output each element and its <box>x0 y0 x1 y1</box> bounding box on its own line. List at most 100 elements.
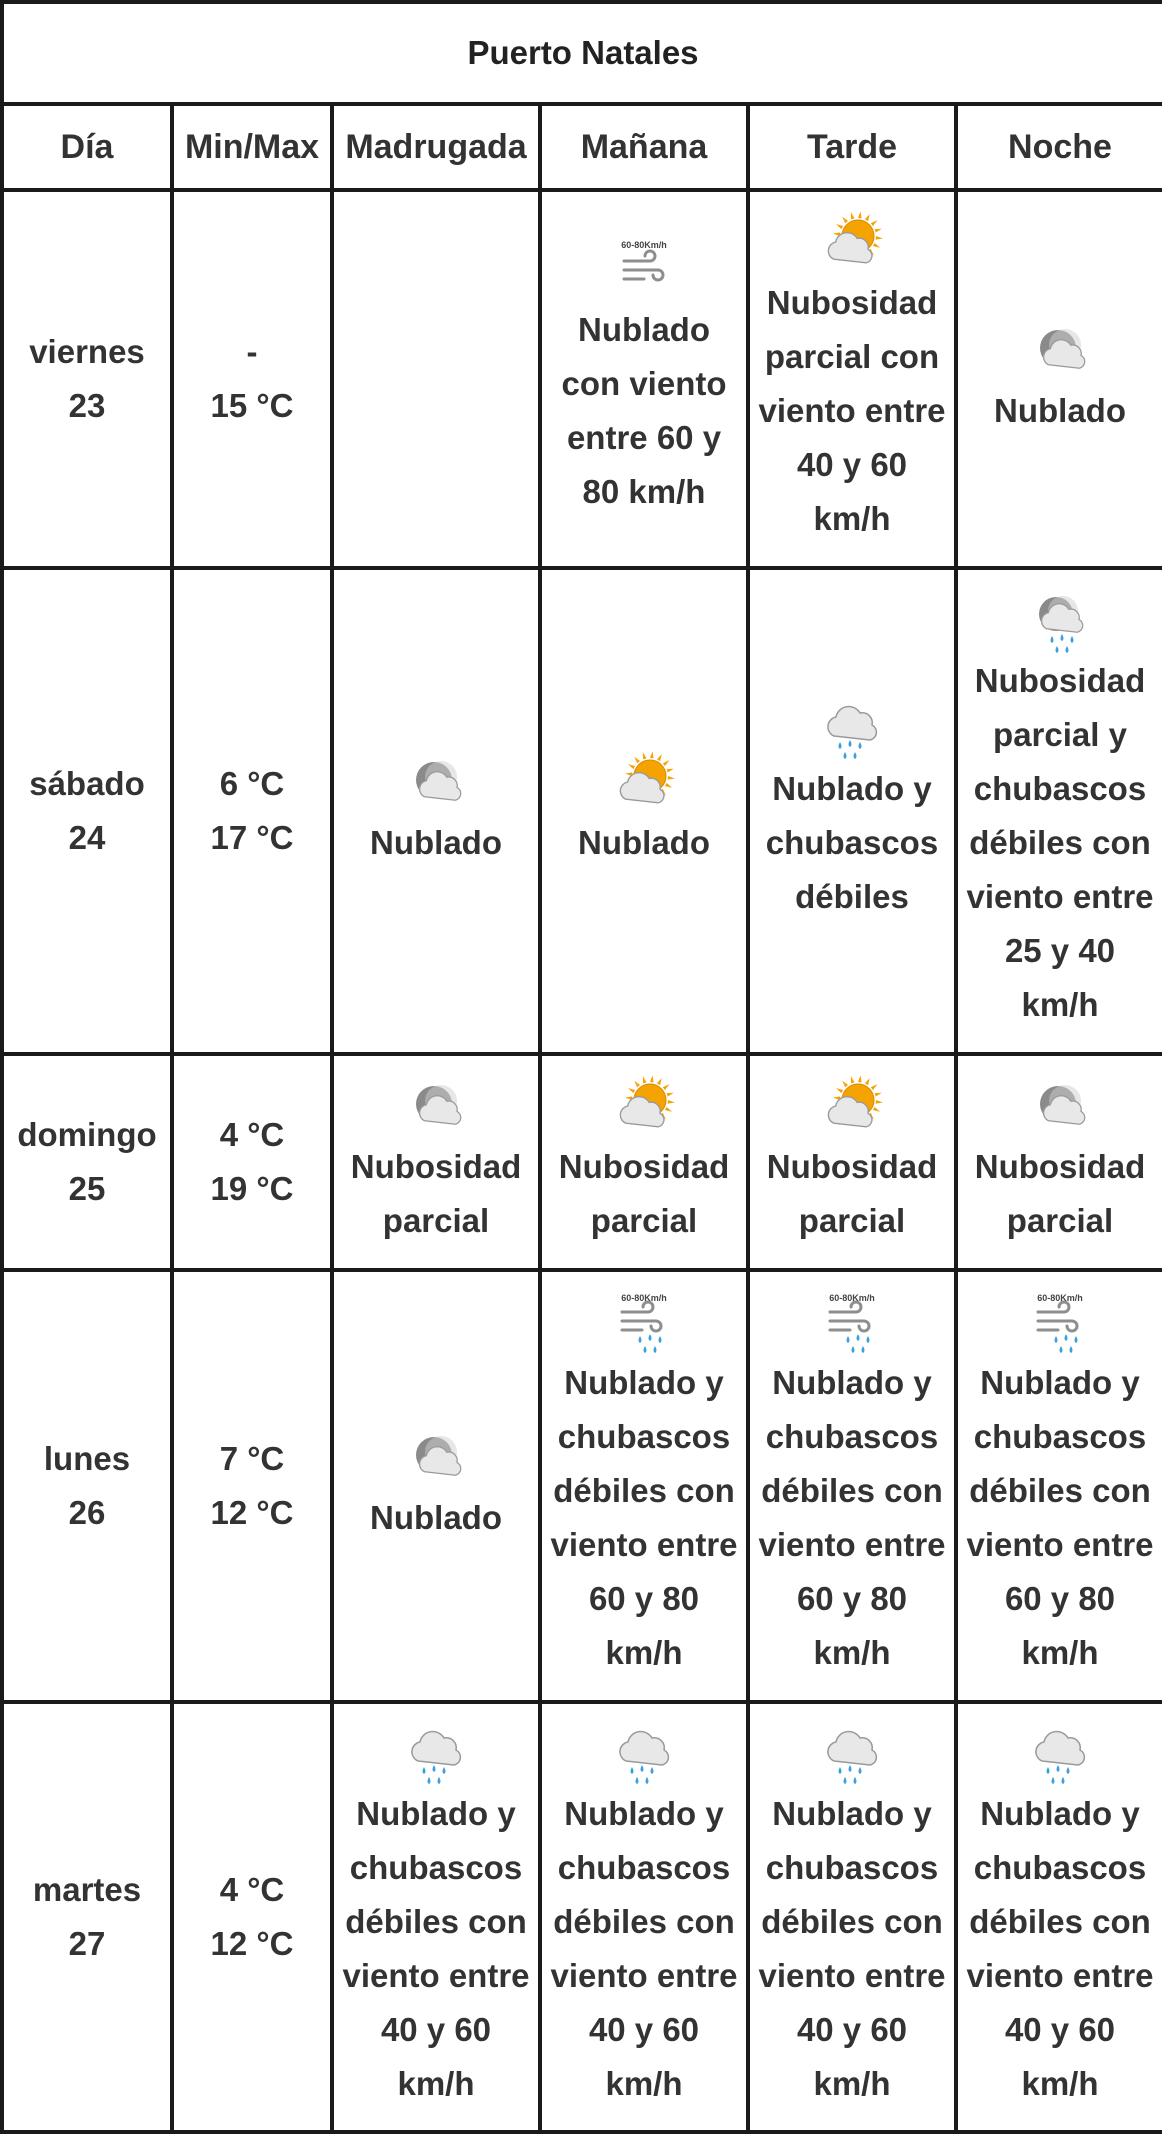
svg-text:60-80Km/h: 60-80Km/h <box>1037 1293 1083 1303</box>
wind-rain-icon: 60-80Km/h <box>828 1293 875 1354</box>
table-row: lunes 26 7 °C 12 °C Nublado 60-80Km/h Nu… <box>0 1268 1162 1705</box>
period-text: Nublado <box>370 823 502 861</box>
period-text: Nubosidad parcial <box>766 1147 938 1239</box>
day-date: 26 <box>68 1494 106 1532</box>
day-name: sábado <box>29 764 145 802</box>
period-text: Nublado y chubascos débiles con viento e… <box>758 1364 946 1672</box>
cloud-rain-icon <box>827 1730 878 1785</box>
forecast-body: viernes 23 - 15 °C 60-80Km/h Nublado con… <box>0 188 1162 2134</box>
day-name: viernes <box>29 332 145 370</box>
period-text: Nublado y chubascos débiles con viento e… <box>966 1795 1154 2103</box>
period-text: Nublado y chubascos débiles con viento e… <box>758 1795 946 2103</box>
header-manana: Mañana <box>538 102 750 192</box>
period-text: Nubosidad parcial y chubascos débiles co… <box>966 661 1154 1023</box>
period-cell: Nubosidad parcial <box>330 1051 542 1273</box>
period-text: Nubosidad parcial <box>350 1147 522 1239</box>
temp-cell: 4 °C 12 °C <box>170 1700 334 2134</box>
period-cell: Nublado y chubascos débiles con viento e… <box>538 1700 750 2134</box>
temp-max: 12 °C <box>210 1925 294 1963</box>
temp-max: 15 °C <box>210 386 294 424</box>
day-cell: martes 27 <box>0 1700 174 2134</box>
cloud-rain-icon <box>411 1730 462 1785</box>
sun-cloud-icon <box>619 1075 675 1128</box>
sun-cloud-icon <box>619 751 675 804</box>
period-text: Nublado y chubascos débiles con viento e… <box>550 1364 738 1672</box>
day-name: lunes <box>43 1440 131 1478</box>
moon-cloud-icon <box>416 1084 462 1125</box>
day-cell: viernes 23 <box>0 188 174 570</box>
cloud-rain-icon <box>1035 1730 1086 1785</box>
moon-cloud-icon <box>416 1436 462 1477</box>
svg-text:60-80Km/h: 60-80Km/h <box>829 1293 875 1303</box>
period-cell: Nublado <box>330 565 542 1056</box>
period-cell: Nubosidad parcial <box>746 1051 958 1273</box>
period-text: Nublado <box>370 1499 502 1537</box>
moon-cloud-rain-icon <box>1039 595 1084 653</box>
period-text: Nublado y chubascos débiles <box>765 769 939 915</box>
period-cell: Nublado y chubascos débiles con viento e… <box>954 1700 1162 2134</box>
period-cell: Nublado y chubascos débiles con viento e… <box>330 1700 542 2134</box>
temp-max: 12 °C <box>210 1494 294 1532</box>
day-name: domingo <box>17 1115 157 1153</box>
moon-cloud-icon <box>1040 1084 1086 1125</box>
forecast-page: Puerto Natales Día Min/Max Madrugada Mañ… <box>0 0 1162 2134</box>
table-row: martes 27 4 °C 12 °C Nublado y chubascos… <box>0 1700 1162 2134</box>
temp-min: 4 °C <box>219 1871 285 1909</box>
day-cell: lunes 26 <box>0 1268 174 1705</box>
day-date: 27 <box>68 1925 106 1963</box>
temp-cell: 6 °C 17 °C <box>170 565 334 1056</box>
temp-cell: - 15 °C <box>170 188 334 570</box>
period-cell: Nublado <box>954 188 1162 570</box>
sun-cloud-icon <box>827 1075 883 1128</box>
header-madrugada: Madrugada <box>330 102 542 192</box>
period-cell: Nubosidad parcial y chubascos débiles co… <box>954 565 1162 1056</box>
wind-rain-icon: 60-80Km/h <box>1036 1293 1083 1354</box>
moon-cloud-icon <box>416 760 462 801</box>
period-text: Nublado <box>994 391 1126 429</box>
temp-cell: 4 °C 19 °C <box>170 1051 334 1273</box>
period-cell: 60-80Km/h Nublado y chubascos débiles co… <box>746 1268 958 1705</box>
day-cell: domingo 25 <box>0 1051 174 1273</box>
cloud-rain-icon <box>827 705 878 759</box>
moon-cloud-icon <box>1040 328 1086 369</box>
wind-rain-icon: 60-80Km/h <box>620 1293 667 1354</box>
header-minmax: Min/Max <box>170 102 334 192</box>
day-date: 23 <box>68 386 106 424</box>
table-row: sábado 24 6 °C 17 °C Nublado Nublado Nub… <box>0 565 1162 1056</box>
page-title: Puerto Natales <box>0 0 1162 106</box>
period-cell: Nublado <box>330 1268 542 1705</box>
period-text: Nublado y chubascos débiles con viento e… <box>550 1795 738 2103</box>
table-row: domingo 25 4 °C 19 °C Nubosidad parcial … <box>0 1051 1162 1273</box>
period-text: Nublado y chubascos débiles con viento e… <box>966 1364 1154 1672</box>
wind-strong-icon: 60-80Km/h <box>621 240 667 282</box>
period-cell: 60-80Km/h Nublado y chubascos débiles co… <box>538 1268 750 1705</box>
period-cell: Nublado y chubascos débiles <box>746 565 958 1056</box>
period-text: Nubosidad parcial <box>558 1147 730 1239</box>
period-cell <box>330 188 542 570</box>
day-cell: sábado 24 <box>0 565 174 1056</box>
period-cell: Nubosidad parcial <box>538 1051 750 1273</box>
svg-text:60-80Km/h: 60-80Km/h <box>621 1293 667 1303</box>
temp-min: 4 °C <box>219 1115 285 1153</box>
period-cell: 60-80Km/h Nublado y chubascos débiles co… <box>954 1268 1162 1705</box>
svg-text:60-80Km/h: 60-80Km/h <box>621 240 667 250</box>
period-text: Nublado y chubascos débiles con viento e… <box>342 1795 530 2103</box>
header-day: Día <box>0 102 174 192</box>
period-cell: 60-80Km/h Nublado con viento entre 60 y … <box>538 188 750 570</box>
period-cell: Nublado <box>538 565 750 1056</box>
cloud-rain-icon <box>619 1730 670 1785</box>
day-name: martes <box>32 1871 142 1909</box>
forecast-table: Puerto Natales Día Min/Max Madrugada Mañ… <box>0 0 1162 2134</box>
period-text: Nubosidad parcial con viento entre 40 y … <box>758 283 946 537</box>
header-noche: Noche <box>954 102 1162 192</box>
day-date: 24 <box>68 818 106 856</box>
period-cell: Nublado y chubascos débiles con viento e… <box>746 1700 958 2134</box>
temp-min: 6 °C <box>219 764 285 802</box>
temp-min: 7 °C <box>219 1440 285 1478</box>
period-text: Nublado con viento entre 60 y 80 km/h <box>561 310 727 510</box>
period-text: Nubosidad parcial <box>974 1147 1146 1239</box>
temp-max: 17 °C <box>210 818 294 856</box>
period-text: Nublado <box>578 823 710 861</box>
header-tarde: Tarde <box>746 102 958 192</box>
period-cell: Nubosidad parcial <box>954 1051 1162 1273</box>
